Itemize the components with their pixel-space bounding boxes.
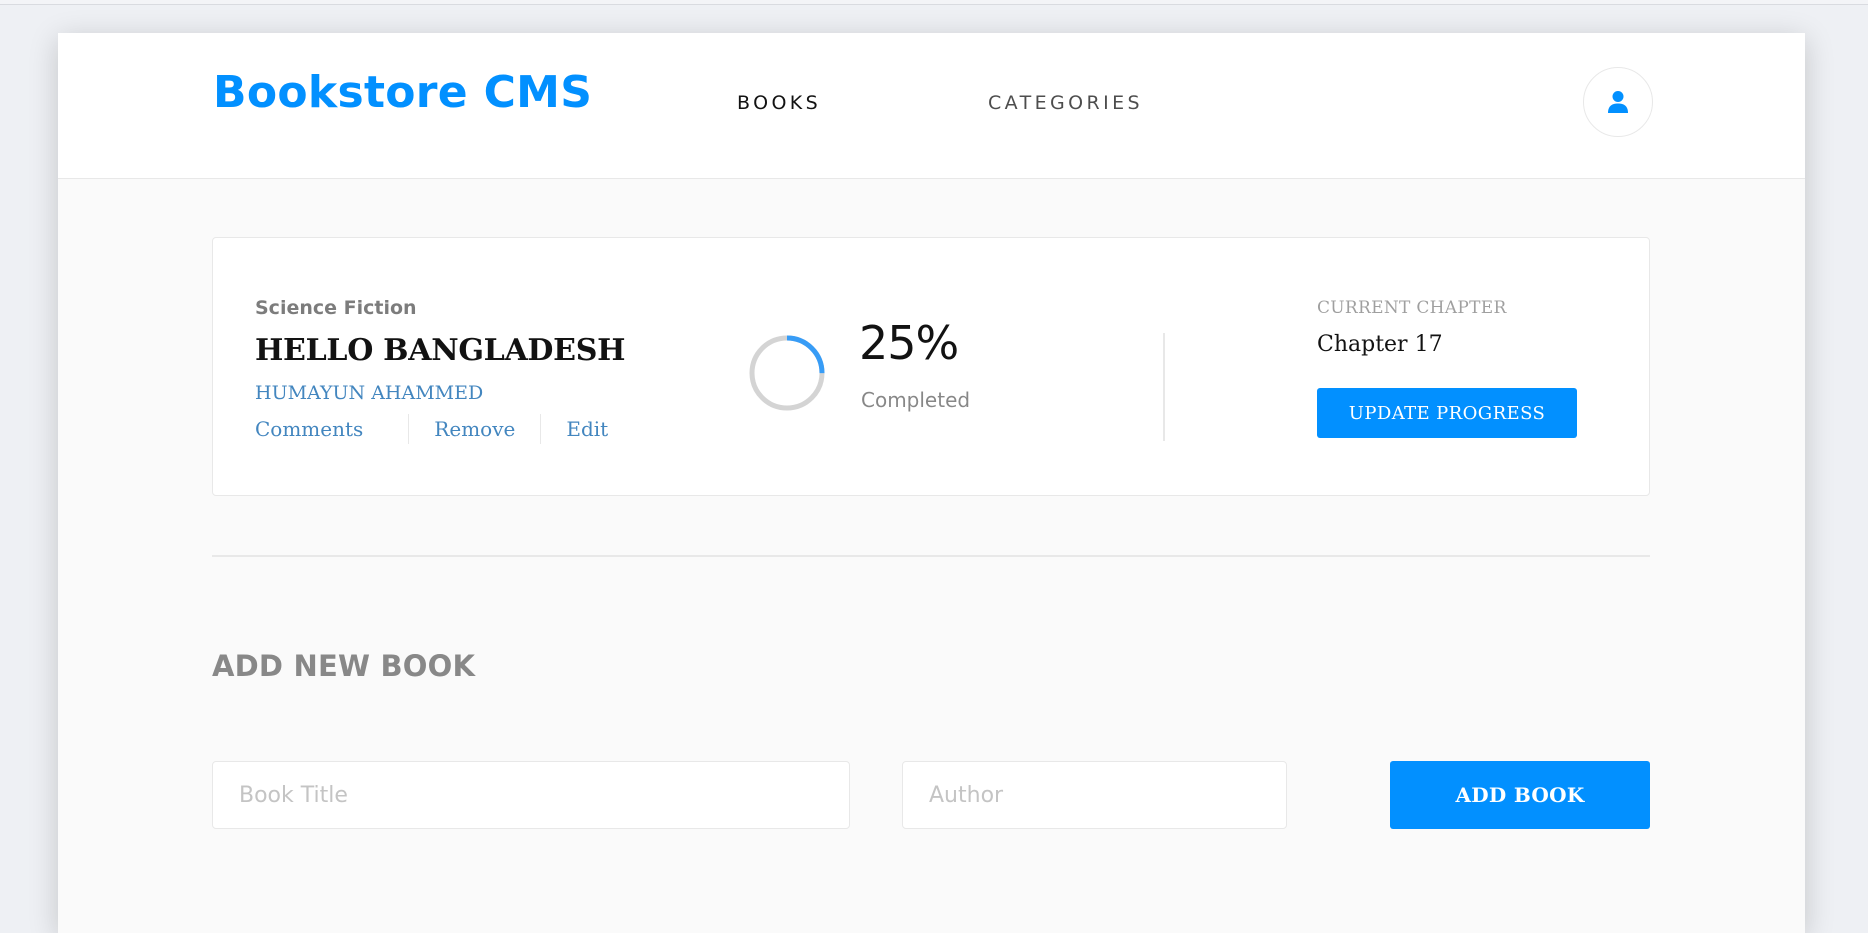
update-progress-button[interactable]: UPDATE PROGRESS bbox=[1317, 388, 1577, 438]
book-genre: Science Fiction bbox=[255, 297, 417, 319]
card-divider bbox=[1163, 333, 1165, 441]
window-top-border bbox=[0, 0, 1868, 5]
add-book-heading: ADD NEW BOOK bbox=[212, 649, 476, 683]
app-panel: Bookstore CMS BOOKS CATEGORIES Science F… bbox=[58, 33, 1805, 933]
action-divider bbox=[540, 414, 542, 444]
nav-item-books[interactable]: BOOKS bbox=[737, 94, 821, 113]
current-chapter-label: CURRENT CHAPTER bbox=[1317, 298, 1507, 318]
edit-button[interactable]: Edit bbox=[566, 417, 608, 441]
section-divider bbox=[212, 555, 1650, 557]
header: Bookstore CMS BOOKS CATEGORIES bbox=[58, 33, 1805, 179]
book-title: HELLO BANGLADESH bbox=[255, 333, 626, 368]
current-chapter-value: Chapter 17 bbox=[1317, 332, 1443, 357]
remove-button[interactable]: Remove bbox=[434, 417, 515, 441]
progress-status: Completed bbox=[861, 388, 971, 412]
book-actions: Comments Remove Edit bbox=[255, 414, 608, 444]
book-author[interactable]: HUMAYUN AHAMMED bbox=[255, 382, 483, 404]
brand-logo[interactable]: Bookstore CMS bbox=[213, 71, 592, 115]
add-book-button[interactable]: ADD BOOK bbox=[1390, 761, 1650, 829]
action-divider bbox=[408, 414, 410, 444]
comments-button[interactable]: Comments bbox=[255, 417, 363, 441]
progress-ring bbox=[749, 335, 825, 411]
user-icon bbox=[1608, 91, 1628, 113]
nav-item-categories[interactable]: CATEGORIES bbox=[988, 94, 1143, 113]
book-title-input[interactable] bbox=[212, 761, 850, 829]
user-avatar-button[interactable] bbox=[1583, 67, 1653, 137]
book-card: Science Fiction HELLO BANGLADESH HUMAYUN… bbox=[212, 237, 1650, 496]
author-input[interactable] bbox=[902, 761, 1287, 829]
progress-percent: 25% bbox=[859, 316, 959, 370]
